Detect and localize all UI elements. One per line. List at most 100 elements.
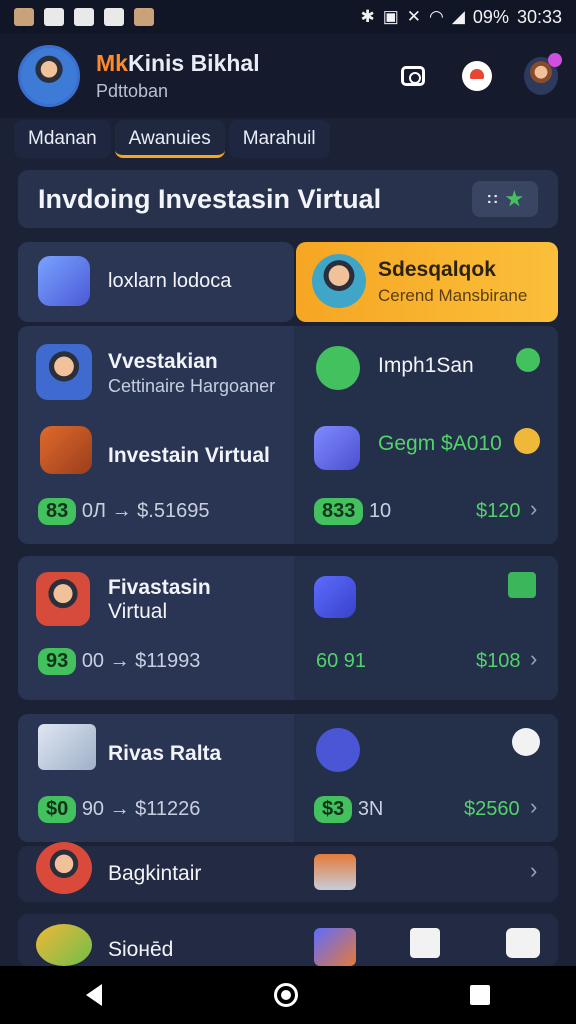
page-title: Invdoing Investasin Virtual (38, 183, 382, 214)
envelope-icon (38, 256, 90, 306)
list-item[interactable]: Bagkintair › (18, 842, 558, 902)
card3-row: $0 90 → $11226 (38, 796, 200, 823)
gear-icon (316, 728, 360, 772)
profile-notification-icon (134, 8, 154, 26)
coin-icon (514, 428, 540, 454)
card2-title: Fivastasin (108, 576, 211, 599)
laptop-icon (38, 724, 96, 770)
clock: 30:33 (516, 6, 562, 27)
card3-right-pill: $3 (314, 796, 353, 823)
shield-check-icon (314, 576, 356, 618)
card2-text: 00 → $11993 (81, 650, 201, 672)
image-notification-icon (74, 8, 94, 26)
chevron-right-icon[interactable]: › (530, 858, 537, 884)
chevron-right-icon[interactable]: › (530, 496, 537, 522)
list-item[interactable]: Sioнēd (18, 914, 558, 966)
bluetooth-icon: ✱ (360, 7, 375, 26)
user-name-accent: Mk (96, 50, 128, 76)
nfc-icon: ▣ (382, 7, 399, 26)
card3-title: Rivas Ralta (108, 742, 222, 765)
cube-icon[interactable] (410, 928, 440, 958)
quick-card-right-title: Sdesqalqok (378, 258, 496, 281)
card4-title: Bagkintair (108, 862, 202, 885)
tab-awanuies[interactable]: Awanuies (114, 120, 225, 158)
banner-action-button[interactable]: :: (472, 181, 538, 217)
status-bar: ✱ ▣ ✕ ◠ ◢ 09% 30:33 (0, 0, 576, 34)
quick-card-right[interactable]: Sdesqalqok Cerend Mansbirane (296, 242, 558, 322)
page-title-banner: Invdoing Investasin Virtual :: (18, 170, 558, 228)
vibrate-icon: ✕ (406, 7, 421, 26)
card1-f-amount: $120 (476, 500, 521, 522)
app-notification-icon (14, 8, 34, 26)
quick-card-right-sub: Cerend Mansbirane (378, 286, 528, 305)
card3-right-text: 3N (357, 798, 384, 820)
card2-sub: Virtual (108, 600, 168, 623)
investment-card-3: Rivas Ralta $0 90 → $11226 $3 3N $2560 › (18, 714, 558, 842)
quick-card-left[interactable]: loxlarn lodoca (18, 242, 294, 322)
chevron-right-icon[interactable]: › (530, 794, 537, 820)
tab-marahuil[interactable]: Marahuil (228, 120, 330, 158)
card1-d-title: Gegm $A010 (378, 432, 502, 455)
puzzle-icon[interactable] (506, 928, 540, 958)
bell-icon (462, 61, 492, 91)
battery-text: 09% (472, 6, 509, 27)
badge-icon (314, 928, 356, 966)
card2-amount: $108 (476, 650, 521, 672)
camera-icon (401, 66, 425, 86)
notification-button[interactable] (460, 59, 494, 93)
card1-a-title: Vvestakian (108, 350, 218, 373)
person-icon (312, 254, 366, 308)
card1-f-pill: 833 (314, 498, 364, 525)
card3-pill: $0 (38, 796, 77, 823)
grid-dots-icon: :: (486, 190, 500, 207)
card1-a-sub: Cettinaire Hargoaner (108, 376, 276, 396)
card1-b-title: Imph1San (378, 354, 474, 377)
card1-f-text: 10 (368, 500, 392, 522)
chat-notification-icon (104, 8, 124, 26)
card1-c-title: Investain Virtual (108, 444, 270, 467)
camera-button[interactable] (396, 59, 430, 93)
tab-mdanan[interactable]: Mdanan (14, 120, 111, 158)
wallet-icon (314, 426, 360, 470)
pie-chart-icon (512, 728, 540, 756)
chart-icon (508, 572, 536, 598)
chat-bubble-icon[interactable] (516, 348, 540, 372)
account-avatar (524, 53, 562, 95)
investment-card-2: Fivastasin Virtual 93 00 → $11993 60 91 … (18, 556, 558, 700)
account-button[interactable] (524, 53, 562, 95)
tab-bar: Mdanan Awanuies Marahuil (14, 120, 330, 162)
user-name-rest: Kinis Bikhal (127, 50, 260, 76)
back-icon[interactable] (86, 984, 102, 1006)
treasure-chest-icon (40, 426, 92, 474)
card2-pill: 93 (38, 648, 77, 675)
profile-block: MkKinis Bikhal Pdttoban (96, 50, 260, 102)
investor-avatar-icon (36, 572, 90, 626)
check-icon (316, 346, 360, 390)
card1-e-pill: 83 (38, 498, 77, 525)
signal-icon: ◢ (451, 7, 465, 26)
card2-row: 93 00 → $11993 (38, 648, 200, 675)
briefcase-icon (314, 854, 356, 890)
app-header: MkKinis Bikhal Pdttoban (0, 34, 576, 118)
star-icon (505, 190, 523, 207)
card1-e-text: 0Л → $.51695 (81, 500, 210, 522)
home-icon[interactable] (274, 983, 298, 1007)
camera-notification-icon (44, 8, 64, 26)
card3-text: 90 → $11226 (81, 798, 201, 820)
user-role: Pdttoban (96, 81, 169, 101)
investor-avatar-icon (36, 842, 92, 894)
investment-card-1: Vvestakian Cettinaire Hargoaner Imph1San… (18, 326, 558, 544)
wifi-icon: ◠ (429, 7, 444, 26)
card5-title: Sioнēd (108, 938, 174, 961)
recent-apps-icon[interactable] (470, 985, 490, 1005)
card2-right-text: 60 91 (316, 650, 367, 672)
card3-amount: $2560 (464, 798, 520, 820)
investor-avatar-icon (36, 344, 92, 400)
card1-f-row: 833 10 (314, 498, 391, 525)
avatar[interactable] (18, 45, 80, 107)
food-icon (36, 924, 92, 966)
quick-card-left-label: loxlarn lodoca (108, 270, 232, 292)
card3-right-row: $3 3N (314, 796, 383, 823)
chevron-right-icon[interactable]: › (530, 646, 537, 672)
card1-e-row: 83 0Л → $.51695 (38, 498, 209, 525)
